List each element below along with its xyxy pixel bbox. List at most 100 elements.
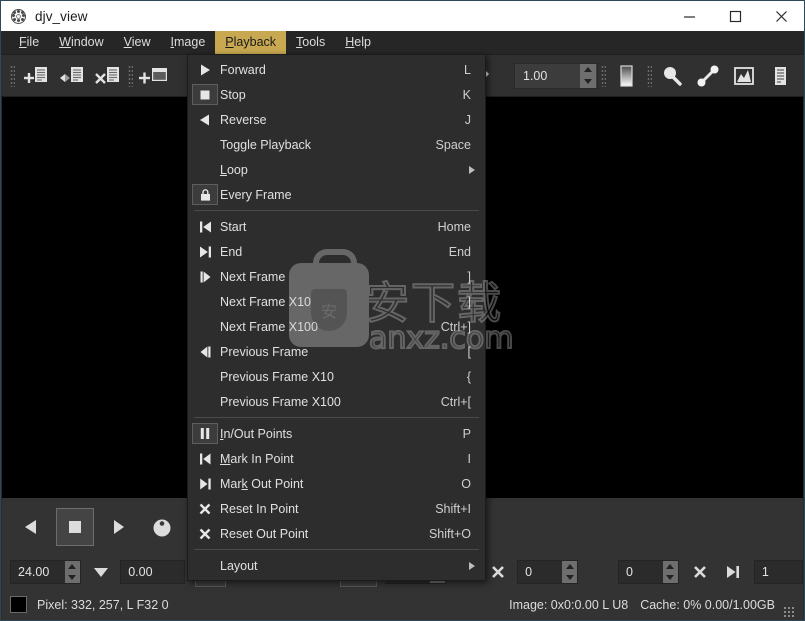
toolbar-grip-2[interactable] xyxy=(125,63,135,89)
menu-playback[interactable]: Playback xyxy=(215,31,287,54)
zoom-value[interactable]: 1.00 xyxy=(515,69,580,83)
in-point-spinbox[interactable]: 0 xyxy=(517,560,579,584)
maximize-button[interactable] xyxy=(712,1,758,31)
menu-item-previous-frame-x10[interactable]: Previous Frame X10 { xyxy=(188,364,485,389)
zoom-stepper[interactable] xyxy=(580,63,596,88)
reset-in-point-button[interactable] xyxy=(484,558,513,586)
menu-shortcut: Shift+I xyxy=(435,501,471,516)
title-bar: djv_view xyxy=(1,1,804,31)
chevron-up-icon[interactable] xyxy=(584,67,592,72)
mark-out-point-button[interactable] xyxy=(718,558,747,586)
record-button[interactable] xyxy=(142,507,182,547)
menu-item-previous-frame[interactable]: Previous Frame [ xyxy=(188,339,485,364)
magnify-icon[interactable] xyxy=(654,59,690,93)
chevron-up-icon[interactable] xyxy=(68,564,77,569)
duration-value[interactable]: 1 xyxy=(755,565,769,579)
no-icon xyxy=(190,289,220,314)
menu-shortcut: Ctrl+] xyxy=(440,319,471,334)
chevron-up-icon[interactable] xyxy=(666,564,675,569)
menu-item-in-out-points[interactable]: In/Out Points P xyxy=(188,421,485,446)
menu-separator xyxy=(194,210,479,211)
menu-label: Toggle Playback xyxy=(220,137,312,152)
chevron-up-icon[interactable] xyxy=(565,564,574,569)
fps-stepper[interactable] xyxy=(64,561,80,583)
color-pick-tool-icon[interactable] xyxy=(690,59,726,93)
info-icon[interactable] xyxy=(762,59,798,93)
menu-item-reset-in-point[interactable]: Reset In Point Shift+I xyxy=(188,496,485,521)
menu-item-next-frame[interactable]: Next Frame ] xyxy=(188,264,485,289)
menu-label: Previous Frame X100 xyxy=(220,394,341,409)
toolbar-grip-1[interactable] xyxy=(7,63,17,89)
menu-item-end[interactable]: End End xyxy=(188,239,485,264)
menu-item-reset-out-point[interactable]: Reset Out Point Shift+O xyxy=(188,521,485,546)
minimize-button[interactable] xyxy=(666,1,712,31)
menu-tools[interactable]: Tools xyxy=(286,31,335,54)
out-point-value[interactable]: 0 xyxy=(619,565,663,579)
menu-item-next-frame-x10[interactable]: Next Frame X10 ] xyxy=(188,289,485,314)
menu-item-mark-in-point[interactable]: Mark In Point I xyxy=(188,446,485,471)
menu-label: Every Frame xyxy=(220,187,292,202)
fps-value[interactable]: 24.00 xyxy=(11,565,65,579)
menu-help[interactable]: Help xyxy=(335,31,381,54)
menu-item-every-frame[interactable]: Every Frame xyxy=(188,182,485,207)
menu-item-forward[interactable]: Forward L xyxy=(188,57,485,82)
menu-item-stop[interactable]: Stop K xyxy=(188,82,485,107)
menu-label: Stop xyxy=(220,87,246,102)
reload-file-icon[interactable] xyxy=(53,59,89,93)
stop-button[interactable] xyxy=(56,507,94,546)
close-file-icon[interactable] xyxy=(89,59,125,93)
out-point-stepper[interactable] xyxy=(662,561,678,583)
resize-grip-icon[interactable] xyxy=(783,606,795,618)
in-point-stepper[interactable] xyxy=(562,561,578,583)
forward-button[interactable] xyxy=(98,507,138,547)
menu-separator xyxy=(194,417,479,418)
toolbar-grip-3[interactable] xyxy=(598,63,608,89)
chevron-down-icon[interactable] xyxy=(584,79,592,84)
menu-item-mark-out-point[interactable]: Mark Out Point O xyxy=(188,471,485,496)
out-point-spinbox[interactable]: 0 xyxy=(618,560,679,584)
menu-item-toggle-playback[interactable]: Toggle Playback Space xyxy=(188,132,485,157)
menu-view[interactable]: View xyxy=(114,31,161,54)
menu-shortcut: Space xyxy=(435,137,471,152)
menu-window[interactable]: Window xyxy=(49,31,113,54)
close-button[interactable] xyxy=(758,1,804,31)
reverse-button[interactable] xyxy=(12,507,52,547)
actual-speed-value[interactable]: 0.00 xyxy=(121,565,152,579)
menu-shortcut: O xyxy=(461,476,471,491)
new-window-icon[interactable] xyxy=(135,59,171,93)
menu-file[interactable]: FFileile xyxy=(9,31,49,54)
status-right: Image: 0x0:0.00 L U8 Cache: 0% 0.00/1.00… xyxy=(509,598,775,612)
menu-separator xyxy=(194,549,479,550)
fps-spinbox[interactable]: 24.00 xyxy=(10,560,81,584)
histogram-icon[interactable] xyxy=(726,59,762,93)
zoom-spinbox[interactable]: 1.00 xyxy=(514,62,598,89)
menu-item-previous-frame-x100[interactable]: Previous Frame X100 Ctrl+[ xyxy=(188,389,485,414)
actual-speed-field[interactable]: 0.00 xyxy=(120,560,186,584)
menu-shortcut: Shift+O xyxy=(428,526,471,541)
submenu-arrow-icon xyxy=(469,165,475,174)
mark-in-icon xyxy=(190,446,220,471)
duration-field[interactable]: 1 xyxy=(753,560,803,584)
fps-dropdown-button[interactable] xyxy=(87,558,116,586)
menu-item-layout[interactable]: Layout xyxy=(188,553,485,578)
menu-item-loop[interactable]: Loop xyxy=(188,157,485,182)
menu-shortcut: { xyxy=(466,369,471,384)
menu-item-start[interactable]: Start Home xyxy=(188,214,485,239)
playback-dropdown-menu: Forward L Stop K Reverse J Toggle Playba… xyxy=(187,54,486,581)
reset-out-point-button[interactable] xyxy=(685,558,714,586)
menu-label: Next Frame X100 xyxy=(220,319,318,334)
gradient-icon[interactable] xyxy=(608,59,644,93)
menu-image[interactable]: Image xyxy=(161,31,216,54)
pause-icon xyxy=(192,423,218,444)
in-point-value[interactable]: 0 xyxy=(518,565,562,579)
cache-info-text: Cache: 0% 0.00/1.00GB xyxy=(640,597,775,612)
menu-item-next-frame-x100[interactable]: Next Frame X100 Ctrl+] xyxy=(188,314,485,339)
chevron-down-icon[interactable] xyxy=(666,575,675,580)
chevron-down-icon[interactable] xyxy=(565,575,574,580)
menu-item-reverse[interactable]: Reverse J xyxy=(188,107,485,132)
toolbar-grip-4[interactable] xyxy=(644,63,654,89)
chevron-down-icon[interactable] xyxy=(68,575,77,580)
menu-shortcut: K xyxy=(462,87,471,102)
menu-label: Reset In Point xyxy=(220,501,299,516)
add-file-icon[interactable] xyxy=(17,59,53,93)
